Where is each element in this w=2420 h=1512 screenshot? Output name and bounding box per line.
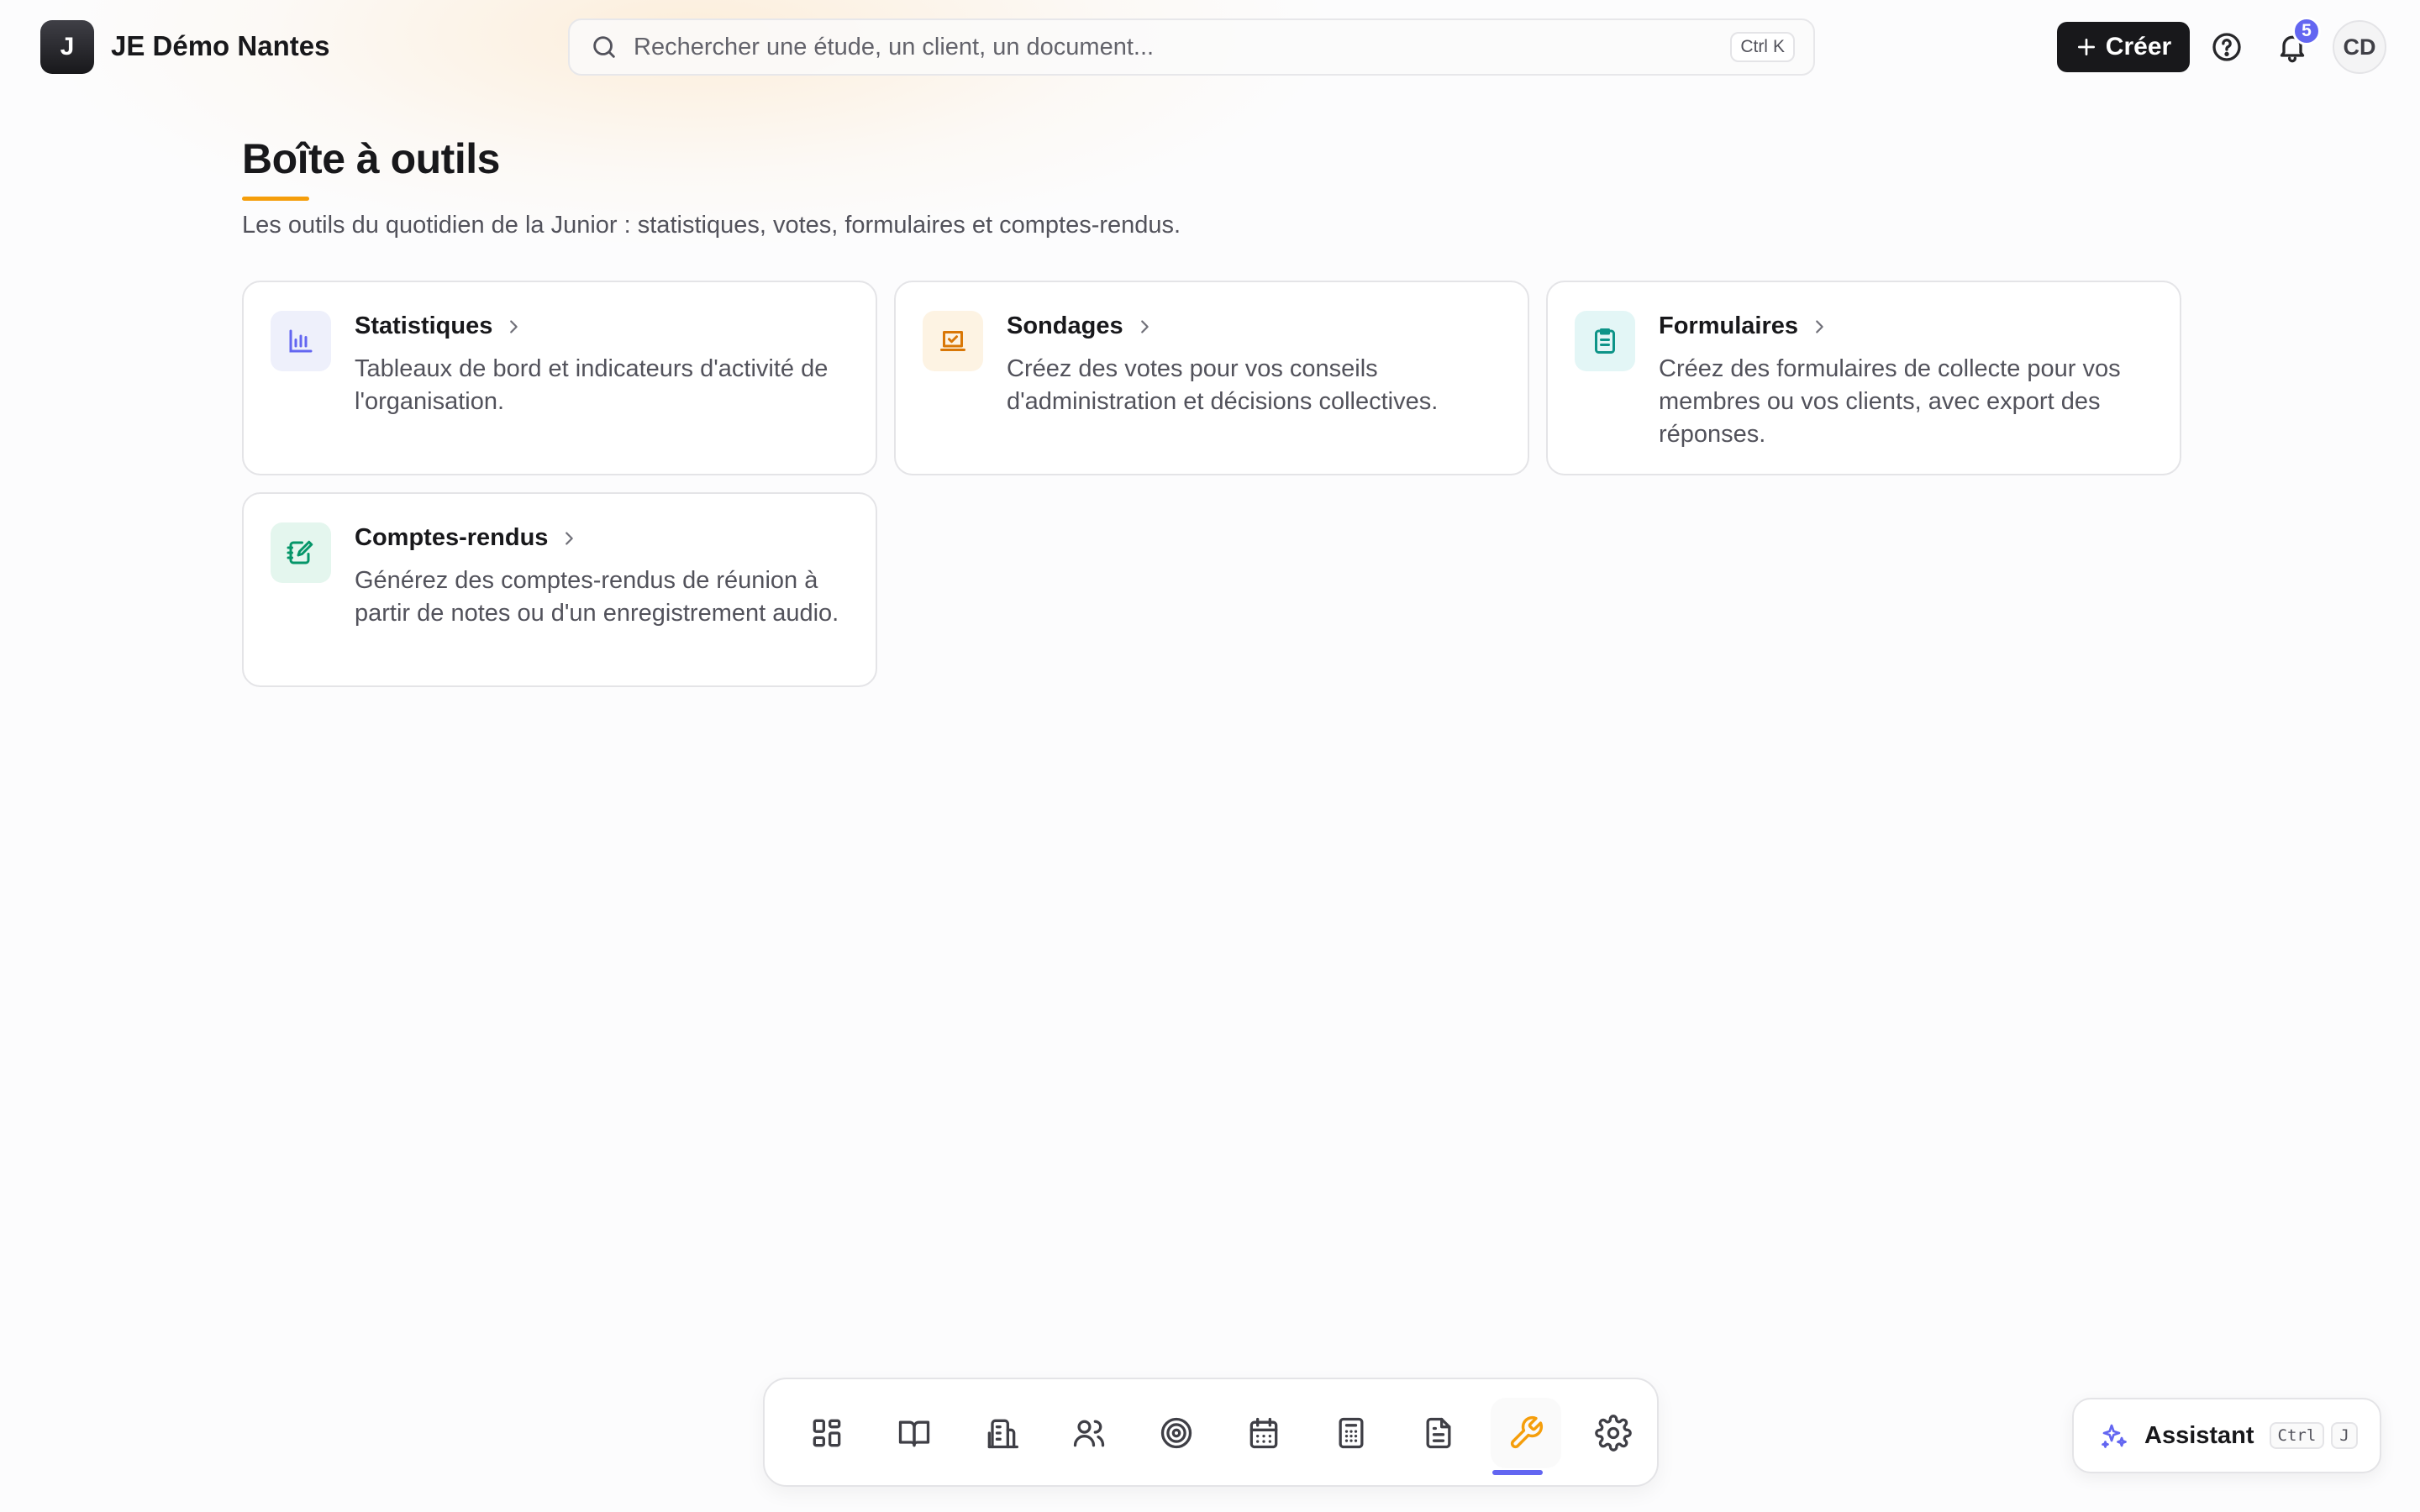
calendar-icon[interactable]	[1228, 1398, 1299, 1468]
card-description: Tableaux de bord et indicateurs d'activi…	[355, 355, 829, 415]
search-icon	[593, 36, 615, 58]
tool-card-formulaires[interactable]: Formulaires Créez des formulaires de col…	[1546, 281, 2181, 475]
user-avatar[interactable]: CD	[2333, 20, 2386, 74]
sparkles-icon	[2102, 1424, 2127, 1448]
target-icon[interactable]	[1141, 1398, 1212, 1468]
card-title: Sondages	[1007, 312, 1154, 340]
building-icon[interactable]	[966, 1398, 1037, 1468]
tool-card-statistiques[interactable]: Statistiques Tableaux de bord et indicat…	[242, 281, 877, 475]
shortcut-key-j: J	[2331, 1422, 2358, 1449]
assistant-label: Assistant	[2144, 1421, 2254, 1449]
page-title: Boîte à outils	[242, 135, 500, 182]
assistant-button[interactable]: Assistant Ctrl J	[2072, 1398, 2381, 1473]
wrench-icon[interactable]	[1491, 1398, 1561, 1468]
book-icon[interactable]	[879, 1398, 950, 1468]
notebook-pen-icon	[271, 522, 331, 583]
page-subtitle: Les outils du quotidien de la Junior : s…	[242, 212, 1181, 239]
card-description: Générez des comptes-rendus de réunion à …	[355, 567, 839, 627]
org-logo[interactable]: J	[40, 20, 94, 74]
tool-card-sondages[interactable]: Sondages Créez des votes pour vos consei…	[894, 281, 1529, 475]
search-shortcut: Ctrl K	[1730, 32, 1795, 62]
help-icon[interactable]	[2210, 30, 2244, 64]
calculator-icon[interactable]	[1316, 1398, 1386, 1468]
plus-icon	[2077, 38, 2095, 56]
notification-badge: 5	[2292, 17, 2321, 45]
chevron-right-icon	[510, 319, 518, 333]
tool-card-comptes-rendus[interactable]: Comptes-rendus Générez des comptes-rendu…	[242, 492, 877, 687]
org-name[interactable]: JE Démo Nantes	[111, 30, 329, 62]
chevron-right-icon	[1140, 319, 1149, 333]
shortcut-key-ctrl: Ctrl	[2269, 1422, 2325, 1449]
title-underline	[242, 197, 309, 201]
search-input[interactable]: Rechercher une étude, un client, un docu…	[568, 18, 1815, 76]
users-icon[interactable]	[1054, 1398, 1124, 1468]
card-description: Créez des formulaires de collecte pour v…	[1659, 355, 2121, 448]
search-placeholder: Rechercher une étude, un client, un docu…	[634, 33, 1155, 60]
card-title: Comptes-rendus	[355, 524, 578, 552]
card-title: Formulaires	[1659, 312, 1828, 340]
create-button-label: Créer	[2105, 33, 2172, 60]
settings-icon[interactable]	[1578, 1398, 1649, 1468]
card-title: Statistiques	[355, 312, 523, 340]
clipboard-list-icon	[1575, 311, 1635, 371]
active-indicator	[1492, 1470, 1543, 1475]
bottom-dock	[763, 1378, 1659, 1487]
chevron-right-icon	[566, 531, 574, 545]
dashboard-icon[interactable]	[792, 1398, 862, 1468]
document-icon[interactable]	[1403, 1398, 1474, 1468]
bar-chart-icon	[271, 311, 331, 371]
card-description: Créez des votes pour vos conseils d'admi…	[1007, 355, 1439, 415]
create-button[interactable]: Créer	[2057, 22, 2190, 72]
top-bar: J JE Démo Nantes Rechercher une étude, u…	[0, 0, 2420, 94]
vote-icon	[923, 311, 983, 371]
chevron-right-icon	[1816, 319, 1823, 333]
